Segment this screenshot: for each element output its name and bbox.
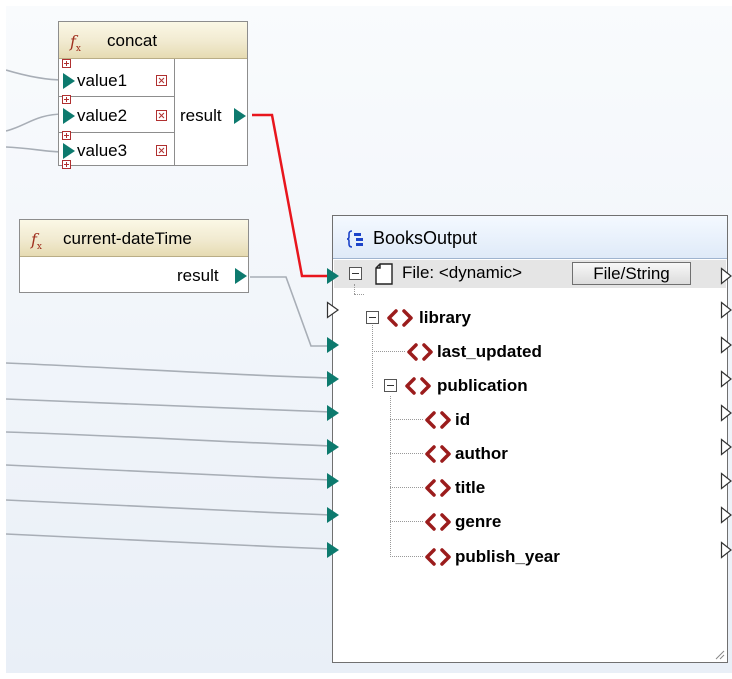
remove-parameter-icon[interactable] (156, 145, 167, 156)
xml-element-icon (425, 513, 451, 531)
concat-divider (174, 59, 175, 166)
tree-line (390, 521, 423, 522)
add-parameter-icon[interactable] (62, 160, 71, 169)
input-connector-icon[interactable] (326, 267, 340, 285)
xml-element-icon (407, 343, 433, 361)
tree-line (354, 294, 364, 295)
tree-line (354, 284, 355, 294)
tree-line (390, 556, 423, 557)
element-label-author: author (455, 444, 508, 463)
connection-line[interactable] (6, 146, 65, 153)
output-connector-icon[interactable] (720, 404, 732, 422)
tree-line (390, 396, 391, 557)
xml-element-icon (425, 411, 451, 429)
function-title: concat (107, 31, 158, 50)
file-row: File: <dynamic> File/String (334, 260, 726, 288)
add-parameter-icon[interactable] (62, 95, 71, 104)
input-connector-icon[interactable] (326, 301, 340, 319)
resize-grip-icon[interactable] (715, 650, 725, 660)
books-output-title-bar[interactable]: BooksOutput (333, 216, 727, 259)
connection-line[interactable] (6, 398, 332, 413)
element-label-last-updated: last_updated (437, 342, 542, 361)
books-output-component[interactable]: BooksOutput File: <dynamic> File/String … (332, 215, 728, 663)
input-connector-icon[interactable] (326, 438, 340, 456)
xml-element-icon (425, 548, 451, 566)
file-icon (375, 263, 393, 285)
concat-function[interactable]: fx concat value1 value2 value3 result (58, 21, 248, 169)
collapse-icon[interactable] (366, 311, 379, 324)
function-icon: fx (70, 32, 81, 55)
input-connector-icon[interactable] (326, 472, 340, 490)
parameter-label: value1 (77, 71, 128, 90)
remove-parameter-icon[interactable] (156, 75, 167, 86)
xml-element-icon (387, 309, 413, 327)
element-label-publication: publication (437, 376, 528, 395)
output-connector-icon[interactable] (720, 472, 732, 490)
output-connector-icon[interactable] (233, 107, 247, 125)
input-connector-icon[interactable] (62, 107, 76, 125)
connection-line[interactable] (250, 276, 331, 347)
input-connector-icon[interactable] (326, 336, 340, 354)
output-label: result (180, 106, 222, 125)
tree-line (390, 453, 423, 454)
connection-line[interactable] (6, 362, 332, 379)
remove-parameter-icon[interactable] (156, 110, 167, 121)
output-connector-icon[interactable] (720, 267, 732, 285)
input-connector-icon[interactable] (326, 506, 340, 524)
output-connector-icon[interactable] (720, 541, 732, 559)
input-connector-icon[interactable] (326, 541, 340, 559)
input-connector-icon[interactable] (62, 142, 76, 160)
connection-line[interactable] (6, 464, 332, 481)
element-label-genre: genre (455, 512, 502, 531)
component-title: BooksOutput (373, 228, 478, 248)
current-datetime-title-bar[interactable]: fx current-dateTime (20, 220, 248, 257)
output-connector-icon[interactable] (234, 267, 248, 285)
collapse-icon[interactable] (384, 379, 397, 392)
tree-line (390, 419, 423, 420)
parameter-label: value3 (77, 141, 128, 160)
xml-component-icon (347, 230, 363, 248)
xml-element-icon (425, 445, 451, 463)
file-label: File: <dynamic> (402, 263, 522, 282)
concat-row-separator (59, 132, 174, 133)
add-parameter-icon[interactable] (62, 131, 71, 140)
add-parameter-icon[interactable] (62, 59, 71, 68)
output-connector-icon[interactable] (720, 336, 732, 354)
connection-line[interactable] (6, 69, 65, 81)
element-label-title: title (455, 478, 486, 497)
output-connector-icon[interactable] (720, 301, 732, 319)
function-title: current-dateTime (63, 229, 192, 248)
xml-element-icon (425, 479, 451, 497)
output-connector-icon[interactable] (720, 438, 732, 456)
collapse-icon[interactable] (349, 267, 362, 280)
element-label-library: library (419, 308, 471, 327)
active-connection-line[interactable] (252, 113, 331, 278)
tree-line (372, 351, 405, 352)
function-icon: fx (31, 230, 42, 253)
connection-line[interactable] (6, 533, 332, 550)
concat-title-bar[interactable]: fx concat (59, 22, 247, 59)
element-label-id: id (455, 410, 471, 429)
file-string-button[interactable]: File/String (572, 262, 691, 285)
connection-line[interactable] (6, 499, 332, 516)
xml-element-icon (405, 377, 431, 395)
output-connector-icon[interactable] (720, 506, 732, 524)
output-label: result (177, 266, 219, 285)
element-label-publish-year: publish_year (455, 547, 560, 566)
input-connector-icon[interactable] (326, 370, 340, 388)
input-connector-icon[interactable] (62, 72, 76, 90)
tree-line (390, 487, 423, 488)
connection-line[interactable] (6, 113, 65, 132)
concat-row-separator (59, 96, 174, 97)
parameter-label: value2 (77, 106, 128, 125)
connection-line[interactable] (6, 431, 332, 447)
output-connector-icon[interactable] (720, 370, 732, 388)
mapping-canvas[interactable]: fx concat value1 value2 value3 result fx… (6, 6, 732, 673)
current-datetime-function[interactable]: fx current-dateTime result (19, 219, 249, 293)
input-connector-icon[interactable] (326, 404, 340, 422)
